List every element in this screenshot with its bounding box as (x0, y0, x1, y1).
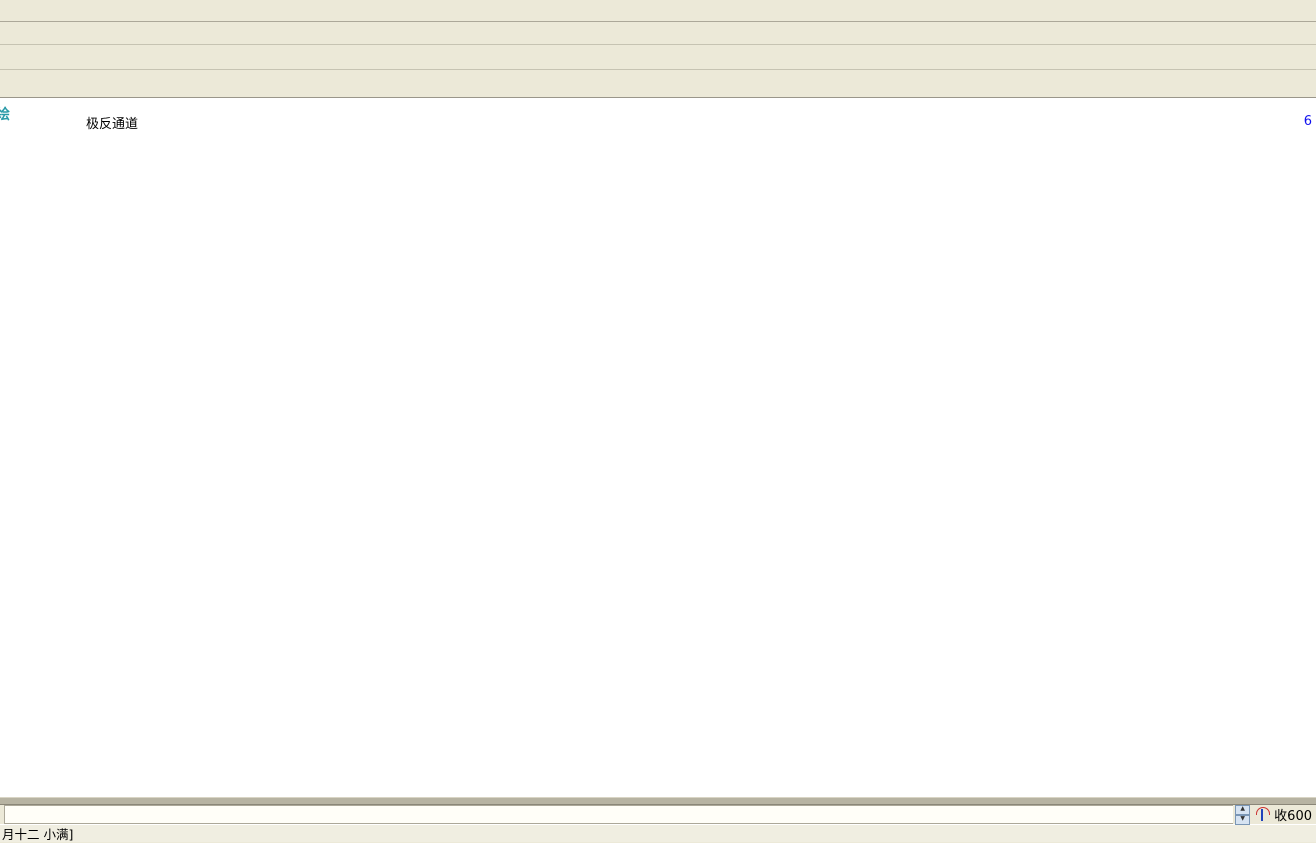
quote-info-bar: 月十二 小满] (0, 824, 1316, 842)
nav-toolbar (0, 45, 1316, 70)
draw-toolbar (0, 70, 1316, 98)
chart-area: 绘 极反通道 6 (0, 98, 1316, 797)
receiver-antenna-icon (1255, 807, 1269, 822)
ticker-down-button[interactable]: ▼ (1235, 815, 1250, 825)
splitter-bar[interactable] (0, 797, 1316, 805)
news-ticker (4, 805, 1233, 824)
lunar-date-label: 月十二 小满] (2, 824, 73, 843)
menu-bar (0, 0, 1316, 22)
app-window: { "menu": {"items": ["文件","浏览","资讯","江恩"… (0, 0, 1316, 835)
receiver-status: 收600 (1272, 805, 1316, 824)
ticker-up-button[interactable]: ▲ (1235, 805, 1250, 815)
candlestick-chart-canvas[interactable] (0, 98, 1316, 797)
mode-toolbar (0, 22, 1316, 45)
status-bar: ▲ ▼ 收600 (0, 805, 1316, 824)
ticker-scroll-buttons[interactable]: ▲ ▼ (1235, 805, 1250, 825)
